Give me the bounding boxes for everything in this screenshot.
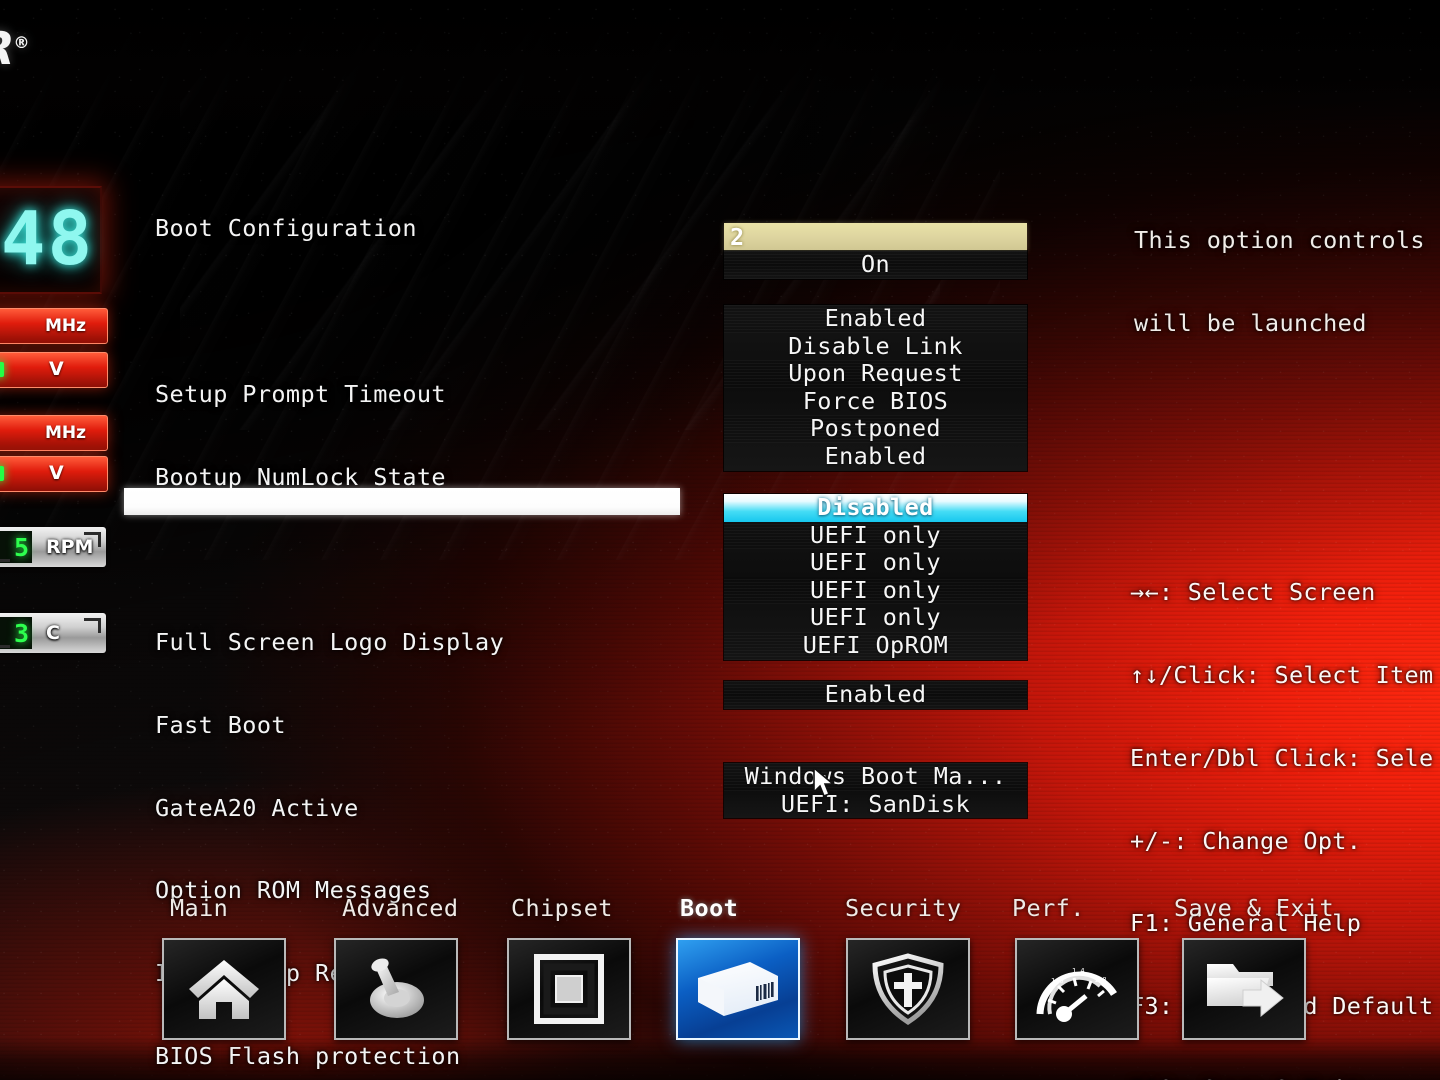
value-group-oprom-policies: Disabled UEFI only UEFI only UEFI only U… bbox=[724, 493, 1027, 660]
hotkey-enter-select: Enter/Dbl Click: Sele bbox=[1130, 743, 1434, 772]
bracket-corner-icon bbox=[0, 547, 10, 562]
value-bios-flash-protection[interactable]: Enabled bbox=[724, 442, 1027, 471]
exit-arrow-icon bbox=[1207, 964, 1284, 1018]
svg-text:1.8: 1.8 bbox=[1094, 976, 1107, 984]
value-bootup-numlock-state[interactable]: On bbox=[724, 250, 1027, 279]
setting-label-fast-boot[interactable]: Fast Boot bbox=[155, 711, 577, 740]
drive-icon bbox=[698, 962, 778, 1016]
value-gatea20-active[interactable]: Upon Request bbox=[724, 360, 1027, 388]
monitor-gauge-label: MHz bbox=[45, 423, 87, 443]
hotkey-change-opt: +/-: Change Opt. bbox=[1130, 826, 1362, 855]
hotkey-text: : Select Screen bbox=[1158, 578, 1376, 607]
value-launch-pxe-oprom-policy[interactable]: UEFI only bbox=[724, 521, 1027, 550]
status-led-green bbox=[0, 362, 4, 377]
monitor-gauge-mhz-2: MHz bbox=[0, 415, 108, 451]
value-other-pci-1[interactable]: UEFI only bbox=[724, 604, 1027, 632]
lever-icon bbox=[370, 958, 424, 1018]
value-option-rom-messages[interactable]: Force BIOS bbox=[724, 387, 1027, 416]
nav-label-main[interactable]: Main bbox=[170, 894, 228, 922]
setting-label-setup-prompt-timeout[interactable]: Setup Prompt Timeout bbox=[155, 380, 577, 409]
nav-label-advanced[interactable]: Advanced bbox=[342, 894, 458, 922]
chip-icon bbox=[534, 954, 604, 1024]
bios-screen: AR® 48 MHz V MHz V 5 RPM 3 C bbox=[0, 0, 1440, 1080]
nav-tab-save-exit[interactable] bbox=[1182, 938, 1306, 1040]
nav-tab-main[interactable] bbox=[162, 938, 286, 1040]
home-icon bbox=[189, 960, 259, 1019]
value-boot-option-2[interactable]: UEFI: SanDisk bbox=[724, 790, 1027, 819]
svg-text:1.0: 1.0 bbox=[1051, 977, 1064, 985]
monitor-gauge-rpm: 5 RPM bbox=[0, 527, 106, 567]
nav-tab-chipset[interactable] bbox=[507, 938, 631, 1040]
selected-row-highlight-bar[interactable] bbox=[124, 488, 680, 515]
monitor-gauge-label: V bbox=[49, 358, 64, 380]
help-panel: This option controls will be launched bbox=[1134, 172, 1425, 393]
nav-tab-advanced[interactable] bbox=[334, 938, 458, 1040]
help-line-2: will be launched bbox=[1134, 308, 1367, 337]
value-boot-success-beep[interactable]: Enabled bbox=[724, 680, 1027, 709]
shield-icon bbox=[872, 953, 944, 1025]
nav-label-chipset[interactable]: Chipset bbox=[511, 894, 613, 922]
nav-label-security[interactable]: Security bbox=[845, 894, 961, 922]
nav-tab-perf[interactable]: 1.0 1.4 1.8 bbox=[1015, 938, 1139, 1040]
monitor-gauge-label: MHz bbox=[45, 316, 87, 336]
value-group-boot-priorities: Windows Boot Ma... UEFI: SanDisk bbox=[724, 762, 1027, 819]
hotkey-select-item: ↑↓/Click: Select Item bbox=[1130, 660, 1434, 690]
cpu-temp-led-value: 48 bbox=[0, 196, 94, 282]
monitor-gauge-v-2: V bbox=[0, 456, 108, 492]
value-boot-option-filter[interactable]: Disabled bbox=[724, 493, 1027, 522]
setting-label-bootup-numlock-state[interactable]: Bootup NumLock State bbox=[155, 463, 577, 492]
arrow-up-down-icon: ↑↓ bbox=[1130, 660, 1159, 689]
svg-text:1.4: 1.4 bbox=[1072, 967, 1085, 975]
bracket-corner-icon bbox=[84, 532, 101, 547]
hotkey-save-exit: F10: Save & Exit bbox=[1130, 1075, 1433, 1080]
bracket-corner-icon bbox=[0, 633, 10, 648]
nav-icon-row: 1.0 1.4 1.8 bbox=[0, 938, 1440, 1042]
nav-label-boot[interactable]: Boot bbox=[680, 894, 738, 922]
setting-label-gatea20-active[interactable]: GateA20 Active bbox=[155, 794, 577, 823]
monitor-gauge-v-1: V bbox=[0, 352, 108, 388]
arrow-left-right-icon: →← bbox=[1130, 578, 1159, 607]
value-launch-storage-oprom-policy[interactable]: UEFI only bbox=[724, 549, 1027, 577]
nav-label-perf[interactable]: Perf. bbox=[1012, 894, 1085, 922]
cpu-temp-led: 48 bbox=[0, 186, 102, 294]
mouse-pointer bbox=[813, 766, 839, 801]
setup-prompt-timeout-value: 2 bbox=[730, 223, 745, 251]
value-group-numlock: On bbox=[724, 250, 1027, 279]
nav-label-row: Main Advanced Chipset Boot Security Perf… bbox=[0, 894, 1440, 934]
monitor-gauge-label: V bbox=[49, 462, 64, 484]
value-full-screen-logo-display[interactable]: Enabled bbox=[724, 304, 1027, 333]
value-other-pci-device-rom-priority[interactable]: UEFI OpROM bbox=[724, 631, 1027, 660]
setup-prompt-timeout-input[interactable]: 2 bbox=[724, 223, 1027, 251]
monitor-gauge-temp: 3 C bbox=[0, 613, 106, 653]
value-boot-option-1[interactable]: Windows Boot Ma... bbox=[724, 762, 1027, 791]
section-title: Boot Configuration bbox=[155, 214, 417, 243]
value-group-boot-success-beep: Enabled bbox=[724, 680, 1027, 709]
monitor-gauge-mhz-1: MHz bbox=[0, 308, 108, 344]
nav-tab-boot[interactable] bbox=[676, 938, 800, 1040]
status-led-green bbox=[0, 466, 4, 481]
monitor-gauge-label: C bbox=[46, 622, 60, 644]
setting-label-full-screen-logo-display[interactable]: Full Screen Logo Display bbox=[155, 628, 577, 657]
bracket-corner-icon bbox=[84, 618, 101, 633]
value-group-boot-config: Enabled Disable Link Upon Request Force … bbox=[724, 304, 1027, 471]
hotkey-select-screen: →←: Select Screen bbox=[1130, 578, 1433, 607]
gauge-icon: 1.0 1.4 1.8 bbox=[1036, 967, 1117, 1022]
value-int19-trap-response[interactable]: Postponed bbox=[724, 415, 1027, 443]
nav-tab-security[interactable] bbox=[846, 938, 970, 1040]
setting-label-bios-flash-protection[interactable]: BIOS Flash protection bbox=[155, 1042, 577, 1071]
value-launch-video-oprom-policy[interactable]: UEFI only bbox=[724, 576, 1027, 605]
help-line-1: This option controls bbox=[1134, 226, 1425, 255]
nav-label-save-exit[interactable]: Save & Exit bbox=[1174, 894, 1334, 922]
value-fast-boot[interactable]: Disable Link bbox=[724, 332, 1027, 361]
hotkey-text: /Click: Select Item bbox=[1158, 660, 1434, 689]
